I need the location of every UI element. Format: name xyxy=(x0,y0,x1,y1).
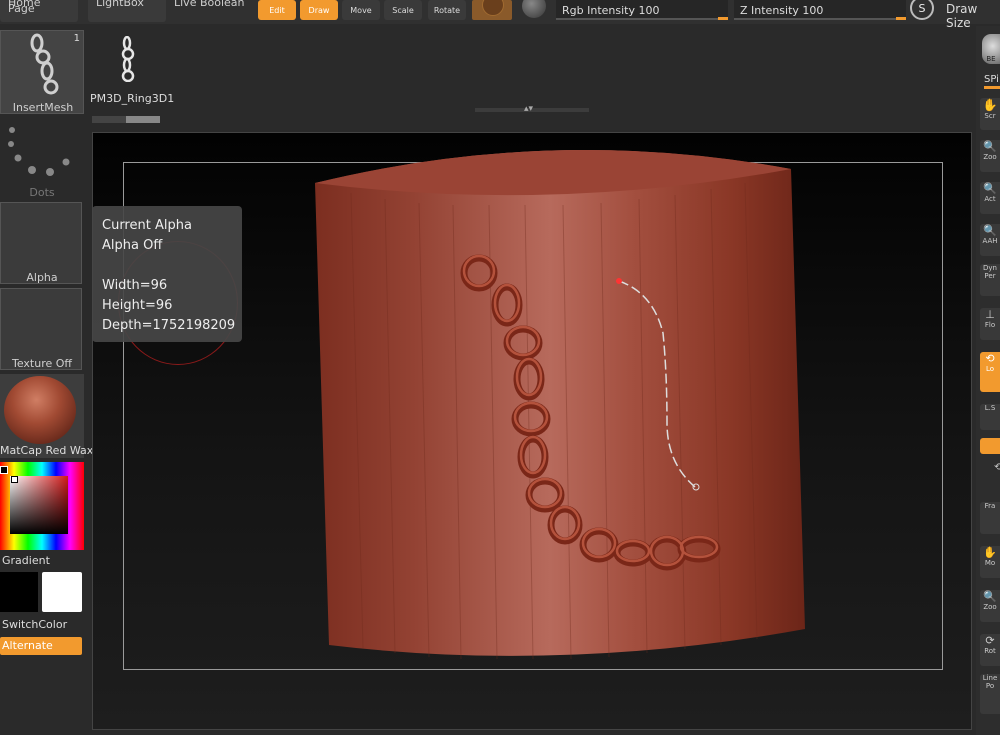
color-picker-marker[interactable] xyxy=(0,466,8,474)
z-intensity-slider[interactable]: Z Intensity 100 xyxy=(734,0,906,20)
move-view-icon: ✋ xyxy=(983,546,997,559)
hand-icon: ✋ xyxy=(982,98,998,112)
material-button[interactable]: MatCap Red Wax xyxy=(0,374,93,458)
aahalf-icon: 🔍 xyxy=(983,224,997,237)
brush-thumb-button[interactable]: BE xyxy=(982,34,1000,64)
scale-button[interactable]: Scale xyxy=(384,0,422,20)
dots-stroke-icon xyxy=(8,127,70,176)
scroll-button[interactable]: ✋ Scr xyxy=(980,98,1000,130)
tooltip-alpha-state: Alpha Off xyxy=(102,238,163,253)
spi-label[interactable]: SPi xyxy=(984,74,999,85)
frame-label: Fra xyxy=(984,502,996,510)
lsym-label: L.S xyxy=(984,404,996,412)
mesh-scrollbar[interactable] xyxy=(92,116,160,123)
texture-label: Texture Off xyxy=(11,357,72,370)
shelf-toggle-icon[interactable]: ▴▾ xyxy=(524,104,533,114)
z-intensity-label: Z Intensity 100 xyxy=(740,4,824,17)
main-color-swatch[interactable] xyxy=(0,572,38,612)
xyz-toggle-button[interactable] xyxy=(980,438,1000,454)
zoom-view-label: Zoo xyxy=(983,603,997,611)
local-button[interactable]: ⟲ Lo xyxy=(980,352,1000,392)
tab-lightbox[interactable]: LightBox xyxy=(88,0,166,22)
tab-home-page[interactable]: Home Page xyxy=(0,0,78,22)
mesh-thumbnail[interactable]: PM3D_Ring3D1 xyxy=(90,30,174,105)
current-alpha-tooltip: Current Alpha Alpha Off Width=96 Height=… xyxy=(92,206,242,342)
zoom-view-icon: 🔍 xyxy=(983,590,997,603)
material-swatch-button[interactable] xyxy=(472,0,512,20)
zoom-button[interactable]: 🔍 Zoo xyxy=(980,140,1000,172)
alpha-label: Alpha xyxy=(26,271,58,284)
gradient-label[interactable]: Gradient xyxy=(2,554,50,567)
insert-mesh-brush-button[interactable]: 1 InsertMesh xyxy=(0,30,84,114)
floor-label: Flo xyxy=(984,321,996,329)
insert-mesh-count: 1 xyxy=(73,33,80,44)
actual-label: Act xyxy=(984,195,996,203)
perspective-label: Dyn Per xyxy=(983,264,997,280)
stroke-dots-button[interactable]: Dots xyxy=(0,118,84,200)
frame-button[interactable]: Fra xyxy=(980,502,1000,534)
symmetry-s-icon[interactable]: S xyxy=(910,0,934,20)
spi-slider-fill[interactable] xyxy=(984,86,1000,89)
material-label: MatCap Red Wax xyxy=(0,444,94,457)
matcap-red-wax-ball xyxy=(4,376,76,444)
zoom-view-button[interactable]: 🔍 Zoo xyxy=(980,590,1000,622)
tooltip-depth: Depth=1752198209 xyxy=(102,318,236,333)
actual-icon: 🔍 xyxy=(983,182,997,195)
z-intensity-fill xyxy=(896,17,906,20)
zoom-label: Zoo xyxy=(983,153,997,161)
aahalf-button[interactable]: 🔍 AAH xyxy=(980,224,1000,256)
mesh-scroll-thumb[interactable] xyxy=(126,116,160,123)
aahalf-label: AAH xyxy=(982,237,998,245)
color-picker[interactable] xyxy=(0,462,84,550)
line-fill-button[interactable]: Line Po xyxy=(980,674,1000,714)
rotate-view-label: Rot xyxy=(984,647,996,655)
stroke-label: Dots xyxy=(29,186,55,199)
rotate-axis-icon[interactable]: ⟲ xyxy=(994,462,1000,473)
alpha-button[interactable]: Alpha xyxy=(0,202,82,284)
zoom-icon: 🔍 xyxy=(983,140,997,153)
rotate-view-button[interactable]: ⟳ Rot xyxy=(980,634,1000,666)
rgb-intensity-slider[interactable]: Rgb Intensity 100 xyxy=(556,0,728,20)
switch-color-button[interactable]: SwitchColor xyxy=(2,618,67,631)
top-toolbar: Home Page LightBox Live Boolean Edit Dra… xyxy=(0,0,1000,30)
local-label: Lo xyxy=(985,365,995,373)
tooltip-width: Width=96 xyxy=(102,278,168,293)
secondary-color-swatch[interactable] xyxy=(42,572,82,612)
rgb-intensity-fill xyxy=(718,17,728,20)
insert-mesh-label: InsertMesh xyxy=(12,101,74,114)
floor-button[interactable]: ⊥ Flo xyxy=(980,308,1000,340)
chain-mesh-icon xyxy=(121,36,135,82)
alternate-button[interactable]: Alternate xyxy=(0,637,82,655)
tooltip-title: Current Alpha xyxy=(102,218,192,233)
edit-button[interactable]: Edit xyxy=(258,0,296,20)
local-icon: ⟲ xyxy=(985,352,995,365)
rgb-intensity-label: Rgb Intensity 100 xyxy=(562,4,660,17)
move-view-label: Mo xyxy=(984,559,996,567)
move-button[interactable]: Move xyxy=(342,0,380,20)
line-fill-label: Line Po xyxy=(982,674,998,690)
tooltip-height: Height=96 xyxy=(102,298,173,313)
perspective-button[interactable]: Dyn Per xyxy=(980,264,1000,296)
mesh-name-label: PM3D_Ring3D1 xyxy=(90,92,175,105)
chain-brush-icon xyxy=(30,33,59,95)
color-picker-square[interactable] xyxy=(10,476,68,534)
rotate-button[interactable]: Rotate xyxy=(428,0,466,20)
tab-live-boolean[interactable]: Live Boolean xyxy=(166,0,256,22)
draw-button[interactable]: Draw xyxy=(300,0,338,20)
rotate-view-icon: ⟳ xyxy=(985,634,995,647)
move-view-button[interactable]: ✋ Mo xyxy=(980,546,1000,578)
material-ball-icon xyxy=(482,0,504,16)
color-square-marker[interactable] xyxy=(11,476,18,483)
lsym-button[interactable]: L.S xyxy=(980,404,1000,430)
actual-button[interactable]: 🔍 Act xyxy=(980,182,1000,214)
sphere-icon[interactable] xyxy=(522,0,546,18)
floor-icon: ⊥ xyxy=(985,308,995,321)
texture-button[interactable]: Texture Off xyxy=(0,288,82,370)
scroll-label: Scr xyxy=(984,112,996,120)
